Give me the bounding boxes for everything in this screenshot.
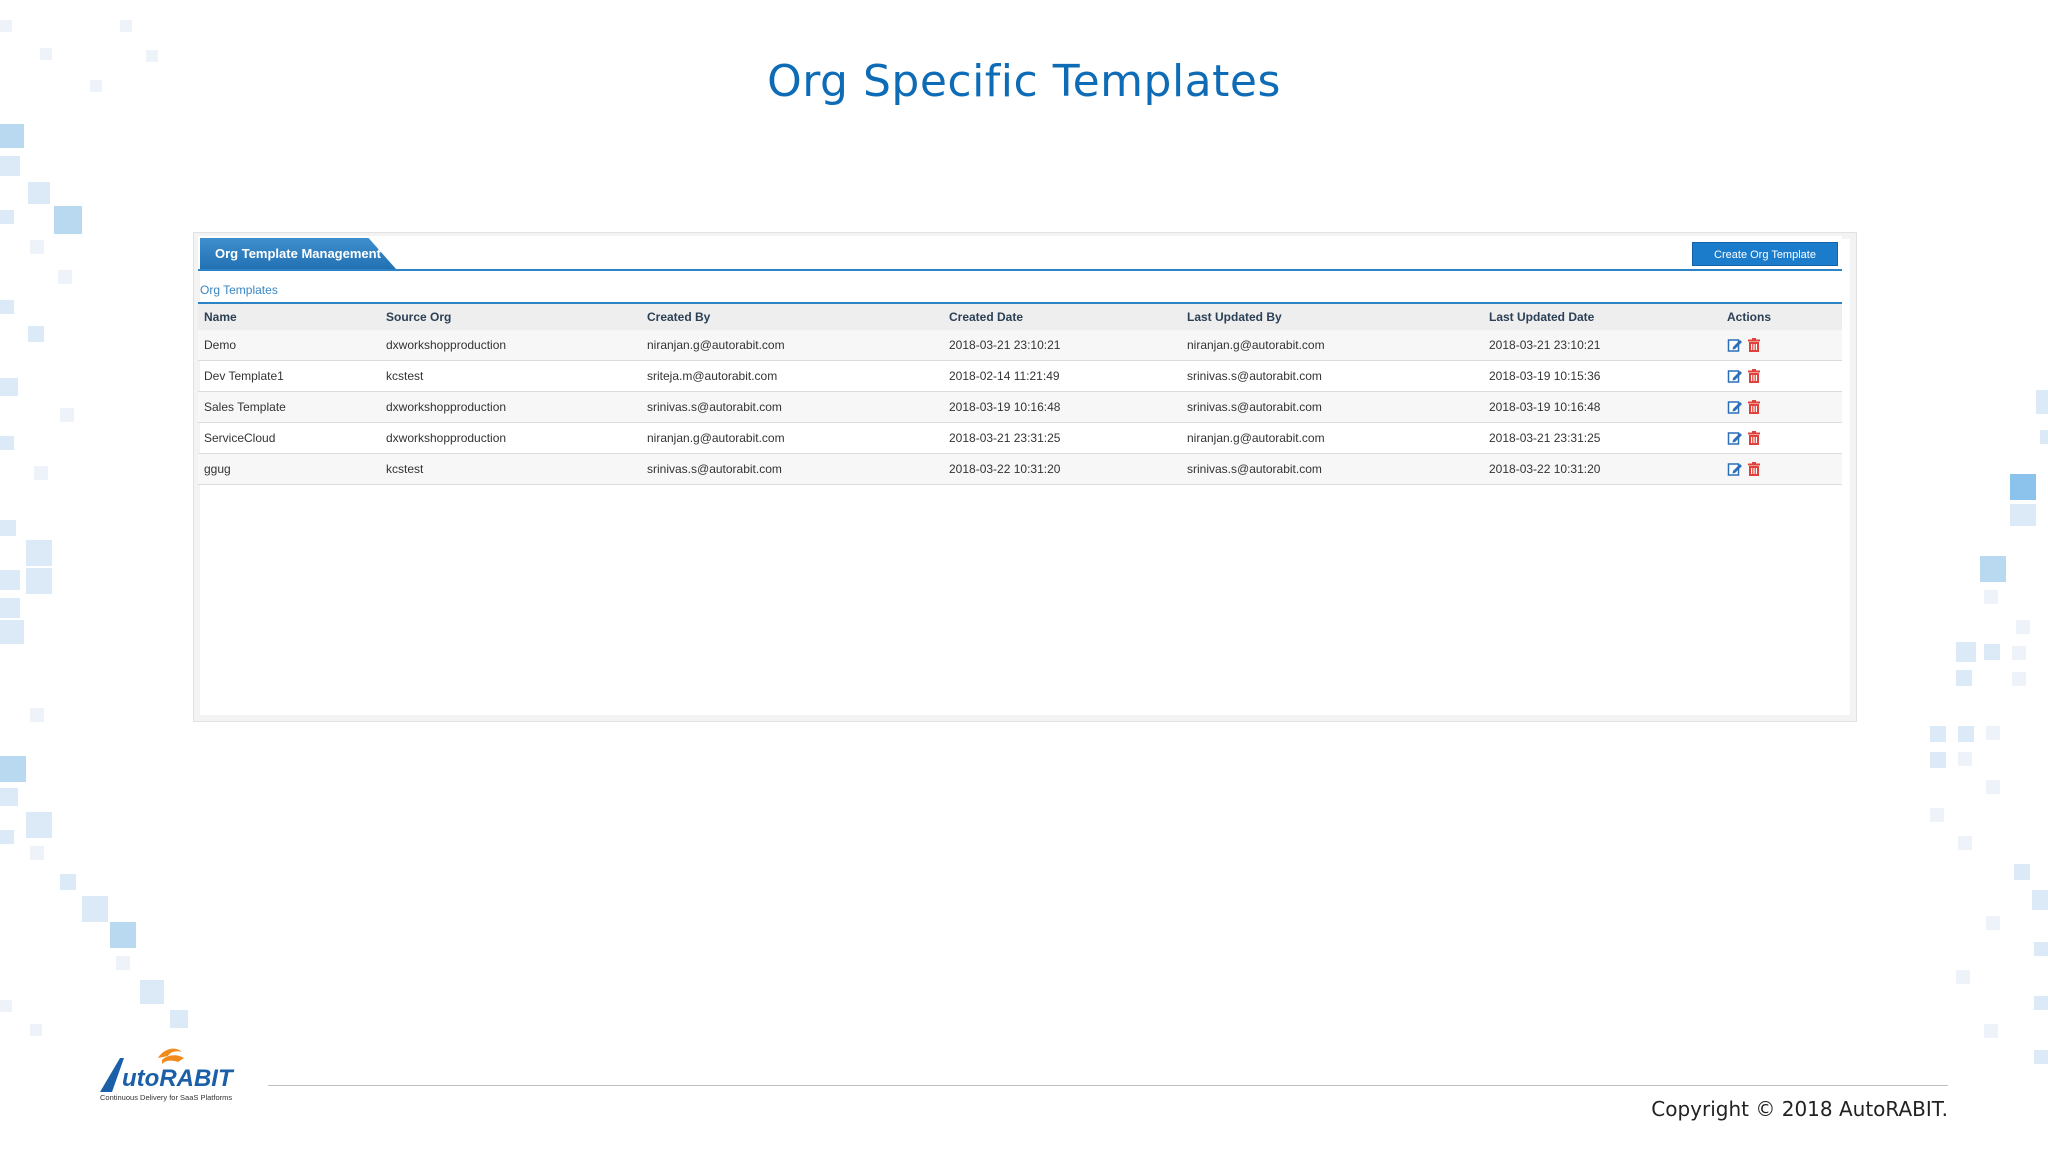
column-header-last-updated-by[interactable]: Last Updated By <box>1181 304 1483 330</box>
cell-name[interactable]: ServiceCloud <box>198 422 380 454</box>
delete-icon[interactable] <box>1746 399 1762 415</box>
tab-org-template-management[interactable]: Org Template Management <box>200 238 396 269</box>
delete-icon[interactable] <box>1746 337 1762 353</box>
cell-created-date: 2018-02-14 11:21:49 <box>943 360 1181 392</box>
cell-last-updated-date: 2018-03-19 10:15:36 <box>1483 360 1721 392</box>
edit-icon[interactable] <box>1727 461 1743 477</box>
column-header-name[interactable]: Name <box>198 304 380 330</box>
table-row[interactable]: Sales Template dxworkshopproduction sriniv… <box>198 391 1842 423</box>
cell-last-updated-by: niranjan.g@autorabit.com <box>1181 330 1483 361</box>
copyright-text: Copyright © 2018 AutoRABIT. <box>1651 1097 1948 1121</box>
column-header-source-org[interactable]: Source Org <box>380 304 641 330</box>
cell-created-by: niranjan.g@autorabit.com <box>641 330 943 361</box>
cell-last-updated-by: srinivas.s@autorabit.com <box>1181 453 1483 485</box>
edit-icon[interactable] <box>1727 368 1743 384</box>
table-row[interactable]: ServiceCloud dxworkshopproduction niranjan… <box>198 422 1842 454</box>
cell-last-updated-date: 2018-03-21 23:31:25 <box>1483 422 1721 454</box>
delete-icon[interactable] <box>1746 461 1762 477</box>
cell-created-date: 2018-03-21 23:31:25 <box>943 422 1181 454</box>
table-row[interactable]: Dev Template1 kcstest sriteja.m@autorabit.… <box>198 360 1842 392</box>
panel-header: Org Template Management Create Org Templ… <box>198 236 1842 271</box>
cell-name[interactable]: Demo <box>198 330 380 361</box>
autorabit-logo: utoRABIT Continuous Delivery for SaaS Pl… <box>100 1048 235 1102</box>
cell-actions <box>1721 360 1842 392</box>
cell-source-org: dxworkshopproduction <box>380 422 641 454</box>
column-header-actions: Actions <box>1721 304 1842 330</box>
table-body: Demo dxworkshopproduction niranjan.g@autor… <box>198 330 1842 485</box>
cell-actions <box>1721 391 1842 423</box>
slide-title: Org Specific Templates <box>767 56 1281 107</box>
cell-created-by: srinivas.s@autorabit.com <box>641 391 943 423</box>
cell-created-by: srinivas.s@autorabit.com <box>641 453 943 485</box>
column-header-created-date[interactable]: Created Date <box>943 304 1181 330</box>
cell-source-org: dxworkshopproduction <box>380 330 641 361</box>
logo-wordmark: utoRABIT <box>122 1065 235 1092</box>
cell-actions <box>1721 330 1842 361</box>
cell-actions <box>1721 453 1842 485</box>
edit-icon[interactable] <box>1727 337 1743 353</box>
cell-last-updated-by: srinivas.s@autorabit.com <box>1181 391 1483 423</box>
table-header-row: Name Source Org Created By Created Date … <box>198 304 1842 330</box>
cell-created-date: 2018-03-22 10:31:20 <box>943 453 1181 485</box>
org-templates-table-wrapper: Name Source Org Created By Created Date … <box>198 302 1842 485</box>
create-org-template-button[interactable]: Create Org Template <box>1692 242 1838 266</box>
cell-created-date: 2018-03-19 10:16:48 <box>943 391 1181 423</box>
cell-source-org: kcstest <box>380 453 641 485</box>
column-header-created-by[interactable]: Created By <box>641 304 943 330</box>
cell-last-updated-date: 2018-03-21 23:10:21 <box>1483 330 1721 361</box>
cell-source-org: kcstest <box>380 360 641 392</box>
cell-name[interactable]: Sales Template <box>198 391 380 423</box>
section-label-org-templates: Org Templates <box>200 283 278 297</box>
cell-created-by: niranjan.g@autorabit.com <box>641 422 943 454</box>
cell-created-by: sriteja.m@autorabit.com <box>641 360 943 392</box>
edit-icon[interactable] <box>1727 430 1743 446</box>
delete-icon[interactable] <box>1746 430 1762 446</box>
org-templates-table: Name Source Org Created By Created Date … <box>198 304 1842 485</box>
edit-icon[interactable] <box>1727 399 1743 415</box>
footer-divider <box>268 1085 1948 1086</box>
table-row[interactable]: Demo dxworkshopproduction niranjan.g@autor… <box>198 330 1842 361</box>
logo-tagline: Continuous Delivery for SaaS Platforms <box>100 1093 232 1102</box>
cell-last-updated-date: 2018-03-22 10:31:20 <box>1483 453 1721 485</box>
org-template-panel: Org Template Management Create Org Templ… <box>193 232 1857 722</box>
cell-last-updated-by: niranjan.g@autorabit.com <box>1181 422 1483 454</box>
cell-name[interactable]: ggug <box>198 453 380 485</box>
cell-created-date: 2018-03-21 23:10:21 <box>943 330 1181 361</box>
delete-icon[interactable] <box>1746 368 1762 384</box>
cell-last-updated-date: 2018-03-19 10:16:48 <box>1483 391 1721 423</box>
cell-last-updated-by: srinivas.s@autorabit.com <box>1181 360 1483 392</box>
table-row[interactable]: ggug kcstest srinivas.s@autorabit.com 2018-… <box>198 453 1842 485</box>
cell-actions <box>1721 422 1842 454</box>
cell-source-org: dxworkshopproduction <box>380 391 641 423</box>
column-header-last-updated-date[interactable]: Last Updated Date <box>1483 304 1721 330</box>
cell-name[interactable]: Dev Template1 <box>198 360 380 392</box>
